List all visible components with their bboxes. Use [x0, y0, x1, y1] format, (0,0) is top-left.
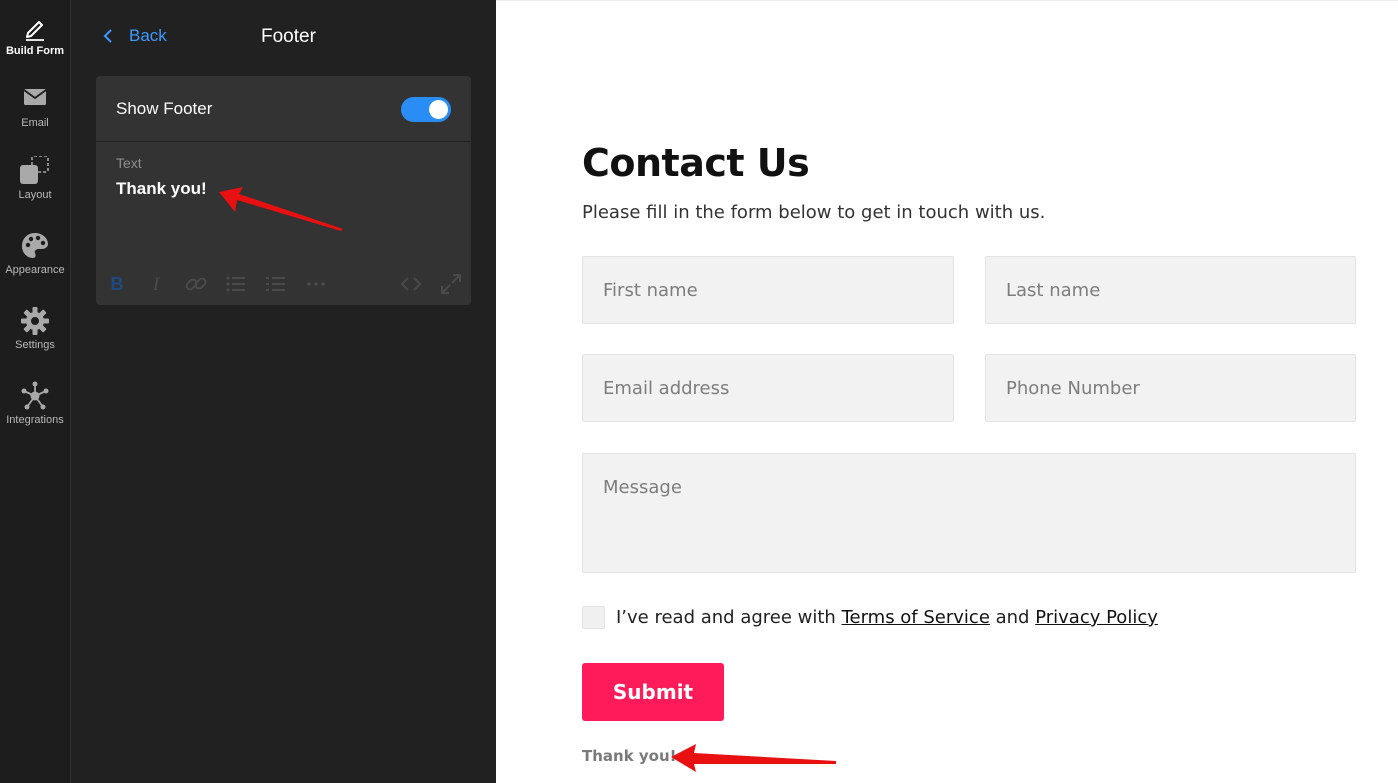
integrations-icon	[21, 381, 49, 410]
numbered-list-icon[interactable]	[264, 272, 288, 296]
sidebar-item-build-form[interactable]: Build Form	[0, 12, 70, 74]
show-footer-row: Show Footer	[96, 76, 471, 142]
chevron-left-icon	[103, 29, 112, 43]
text-field-label: Text	[116, 155, 142, 171]
phone-field[interactable]: Phone Number	[985, 354, 1356, 422]
form-title: Contact Us	[582, 141, 810, 185]
email-placeholder: Email address	[603, 378, 730, 399]
email-field[interactable]: Email address	[582, 354, 954, 422]
pencil-icon	[26, 21, 44, 41]
sidebar-item-label: Integrations	[6, 414, 64, 426]
gear-icon	[21, 307, 49, 335]
more-icon[interactable]	[304, 272, 328, 296]
envelope-icon	[23, 89, 47, 105]
sidebar-item-label: Layout	[18, 189, 52, 201]
first-name-placeholder: First name	[603, 280, 698, 301]
last-name-placeholder: Last name	[1006, 280, 1101, 301]
show-footer-label: Show Footer	[116, 99, 213, 118]
italic-icon[interactable]: I	[144, 272, 168, 296]
link-icon[interactable]	[184, 272, 208, 296]
sidebar-item-label: Appearance	[5, 264, 65, 276]
submit-button[interactable]: Submit	[582, 663, 724, 721]
last-name-field[interactable]: Last name	[985, 256, 1356, 324]
layout-icon	[20, 156, 49, 184]
sidebar-item-label: Email	[21, 117, 49, 129]
sidebar-nav: Build Form Email Layout Appearance Setti…	[0, 0, 71, 783]
footer-settings-panel: Back Footer Show Footer Text Thank you! …	[71, 0, 496, 783]
form-preview: Contact Us Please fill in the form below…	[496, 0, 1398, 783]
first-name-field[interactable]: First name	[582, 256, 954, 324]
sidebar-item-label: Settings	[15, 339, 55, 351]
sidebar-item-layout[interactable]: Layout	[0, 156, 70, 218]
toggle-knob	[429, 100, 448, 119]
panel-title: Footer	[261, 26, 316, 47]
bold-icon[interactable]: B	[105, 272, 129, 296]
sidebar-item-email[interactable]: Email	[0, 84, 70, 146]
form-subtitle: Please fill in the form below to get in …	[582, 202, 1046, 223]
message-placeholder: Message	[603, 477, 682, 498]
palette-icon	[22, 233, 48, 258]
expand-icon[interactable]	[439, 272, 463, 296]
svg-text:I: I	[152, 274, 161, 295]
sidebar-item-settings[interactable]: Settings	[0, 306, 70, 368]
form-footer-text: Thank you!	[582, 747, 677, 765]
bulleted-list-icon[interactable]	[224, 272, 248, 296]
svg-text:B: B	[111, 274, 124, 294]
footer-settings-card: Show Footer Text Thank you! B I	[96, 76, 471, 305]
app-window: Build Form Email Layout Appearance Setti…	[0, 0, 1398, 783]
privacy-link[interactable]: Privacy Policy	[1035, 607, 1158, 628]
agree-text: I’ve read and agree with Terms of Servic…	[616, 607, 1158, 628]
agree-prefix: I’ve read and agree with	[616, 607, 842, 628]
sidebar-item-appearance[interactable]: Appearance	[0, 231, 70, 293]
footer-text-editor[interactable]: Thank you!	[116, 179, 207, 199]
back-button-label: Back	[129, 26, 167, 45]
sidebar-item-integrations[interactable]: Integrations	[0, 381, 70, 443]
message-field[interactable]: Message	[582, 453, 1356, 573]
show-footer-toggle[interactable]	[401, 97, 451, 122]
text-format-toolbar: B I	[96, 272, 471, 296]
phone-placeholder: Phone Number	[1006, 378, 1140, 399]
code-icon[interactable]	[399, 272, 423, 296]
terms-link[interactable]: Terms of Service	[842, 607, 990, 628]
sidebar-item-label: Build Form	[5, 45, 65, 57]
agree-and: and	[989, 607, 1036, 628]
agree-checkbox[interactable]	[582, 606, 605, 629]
